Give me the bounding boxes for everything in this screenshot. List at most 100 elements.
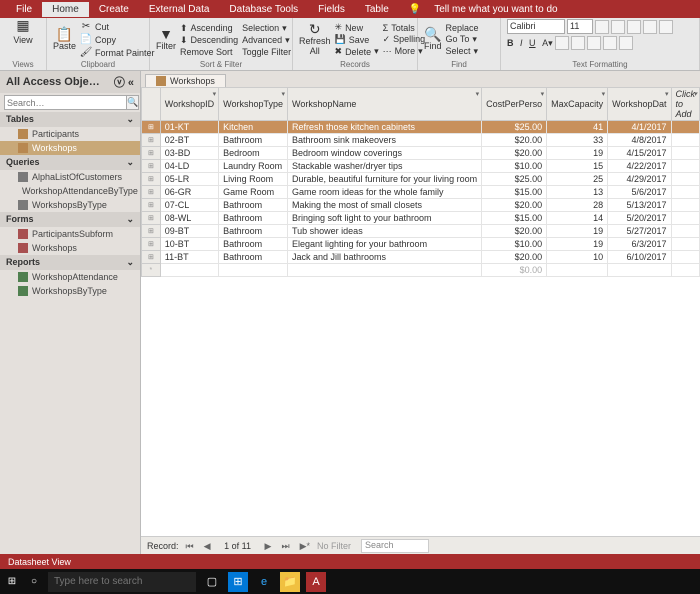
format-painter-button[interactable]: 🖌Format Painter	[80, 47, 155, 59]
cell-id[interactable]: 11-BT	[160, 251, 218, 264]
nav-item-alphalistofcustomers[interactable]: AlphaListOfCustomers	[0, 170, 140, 184]
edge-icon[interactable]: e	[254, 572, 274, 592]
table-row[interactable]: ⊞05-LRLiving RoomDurable, beautiful furn…	[142, 173, 700, 186]
nav-group-reports[interactable]: Reports⌄	[0, 255, 140, 270]
cell-date[interactable]: 4/1/2017	[608, 121, 671, 134]
table-row[interactable]: ⊞02-BTBathroomBathroom sink makeovers$20…	[142, 134, 700, 147]
cortana-icon[interactable]: ○	[26, 574, 42, 590]
cell-type[interactable]: Living Room	[219, 173, 288, 186]
menu-external-data[interactable]: External Data	[139, 2, 220, 17]
chevron-left-icon[interactable]: ⓥ «	[114, 74, 134, 90]
table-row[interactable]: ⊞01-KTKitchenRefresh those kitchen cabin…	[142, 121, 700, 134]
cell-name[interactable]: Jack and Jill bathrooms	[287, 251, 481, 264]
cell-add[interactable]	[671, 251, 700, 264]
cell-type[interactable]: Bathroom	[219, 134, 288, 147]
align-left-icon[interactable]	[571, 36, 585, 50]
row-selector[interactable]: ⊞	[142, 238, 161, 251]
find-icon[interactable]: 🔍	[427, 28, 439, 40]
bold-button[interactable]: B	[507, 38, 514, 48]
cell-add[interactable]	[671, 212, 700, 225]
table-row[interactable]: ⊞10-BTBathroomElegant lighting for your …	[142, 238, 700, 251]
chevron-down-icon[interactable]: ▾	[693, 90, 697, 98]
row-selector[interactable]: ⊞	[142, 160, 161, 173]
column-header[interactable]: WorkshopName▾	[287, 88, 481, 121]
nav-first-button[interactable]: ⏮	[183, 541, 197, 552]
cell-id[interactable]: 02-BT	[160, 134, 218, 147]
nav-group-tables[interactable]: Tables⌄	[0, 112, 140, 127]
cell-name[interactable]: Bathroom sink makeovers	[287, 134, 481, 147]
indent-right-icon[interactable]	[643, 20, 657, 34]
row-selector[interactable]: ⊞	[142, 186, 161, 199]
cell-add[interactable]	[671, 199, 700, 212]
cell-cap[interactable]: 19	[547, 225, 608, 238]
font-name-select[interactable]: Calibri	[507, 19, 565, 34]
cell-cap[interactable]: 28	[547, 199, 608, 212]
cell-cap[interactable]: 41	[547, 121, 608, 134]
row-selector[interactable]: ⊞	[142, 134, 161, 147]
row-selector[interactable]: ⊞	[142, 225, 161, 238]
nav-item-workshops[interactable]: Workshops	[0, 241, 140, 255]
cell-cost[interactable]: $15.00	[482, 186, 547, 199]
cell-cost[interactable]: $10.00	[482, 238, 547, 251]
cell-cap[interactable]: 15	[547, 160, 608, 173]
ascending-button[interactable]: ⬆Ascending	[180, 23, 238, 34]
search-icon[interactable]: 🔍	[127, 95, 139, 110]
cell-id[interactable]: 04-LD	[160, 160, 218, 173]
align-right-icon[interactable]	[603, 36, 617, 50]
cell-type[interactable]: Game Room	[219, 186, 288, 199]
select-button[interactable]: Select ▾	[446, 46, 479, 57]
cell-add[interactable]	[671, 147, 700, 160]
cell-cost[interactable]: $20.00	[482, 199, 547, 212]
table-row[interactable]: ⊞04-LDLaundry RoomStackable washer/dryer…	[142, 160, 700, 173]
nav-item-workshopattendance[interactable]: WorkshopAttendance	[0, 270, 140, 284]
nav-next-button[interactable]: ▶	[262, 541, 275, 552]
cut-button[interactable]: ✂Cut	[80, 21, 155, 33]
cell-cost[interactable]: $15.00	[482, 212, 547, 225]
cell-date[interactable]: 4/15/2017	[608, 147, 671, 160]
goto-button[interactable]: Go To ▾	[446, 34, 479, 45]
nav-item-workshopsbytype[interactable]: WorkshopsByType	[0, 198, 140, 212]
numbering-icon[interactable]	[611, 20, 625, 34]
copy-button[interactable]: 📄Copy	[80, 34, 155, 46]
cell-cap[interactable]: 19	[547, 238, 608, 251]
nav-group-queries[interactable]: Queries⌄	[0, 155, 140, 170]
nav-item-participants[interactable]: Participants	[0, 127, 140, 141]
cell-cap[interactable]: 19	[547, 147, 608, 160]
paste-button[interactable]: Paste	[53, 41, 76, 51]
cell-add[interactable]	[671, 225, 700, 238]
table-row[interactable]: ⊞11-BTBathroomJack and Jill bathrooms$20…	[142, 251, 700, 264]
column-header[interactable]: WorkshopType▾	[219, 88, 288, 121]
cell-date[interactable]: 4/8/2017	[608, 134, 671, 147]
cell-cap[interactable]: 13	[547, 186, 608, 199]
descending-button[interactable]: ⬇Descending	[180, 35, 238, 46]
cell-cost[interactable]: $20.00	[482, 225, 547, 238]
cell-cost[interactable]: $10.00	[482, 160, 547, 173]
cell-cap[interactable]: 25	[547, 173, 608, 186]
column-header[interactable]: WorkshopDat▾	[608, 88, 671, 121]
refresh-icon[interactable]: ↻	[309, 23, 321, 35]
cell-id[interactable]: 09-BT	[160, 225, 218, 238]
indent-left-icon[interactable]	[627, 20, 641, 34]
menu-table[interactable]: Table	[355, 2, 399, 17]
cell-name[interactable]: Game room ideas for the whole family	[287, 186, 481, 199]
cell-date[interactable]: 5/27/2017	[608, 225, 671, 238]
cell-name[interactable]: Bedroom window coverings	[287, 147, 481, 160]
cell-date[interactable]: 6/10/2017	[608, 251, 671, 264]
cell-cost[interactable]: $20.00	[482, 251, 547, 264]
store-icon[interactable]: ⊞	[228, 572, 248, 592]
cell-name[interactable]: Bringing soft light to your bathroom	[287, 212, 481, 225]
cell-date[interactable]: 5/6/2017	[608, 186, 671, 199]
cell-add[interactable]	[671, 238, 700, 251]
cell-type[interactable]: Bathroom	[219, 251, 288, 264]
delete-button[interactable]: ✖ Delete ▾	[335, 46, 379, 57]
tell-me[interactable]: 💡 Tell me what you want to do	[399, 0, 578, 19]
cell-name[interactable]: Tub shower ideas	[287, 225, 481, 238]
cell-date[interactable]: 4/29/2017	[608, 173, 671, 186]
select-all-cell[interactable]	[142, 88, 161, 121]
menu-database-tools[interactable]: Database Tools	[219, 2, 308, 17]
cell-date[interactable]: 6/3/2017	[608, 238, 671, 251]
cell-id[interactable]: 06-GR	[160, 186, 218, 199]
replace-button[interactable]: Replace	[446, 23, 479, 33]
gridlines-icon[interactable]	[619, 36, 633, 50]
cell-add[interactable]	[671, 121, 700, 134]
